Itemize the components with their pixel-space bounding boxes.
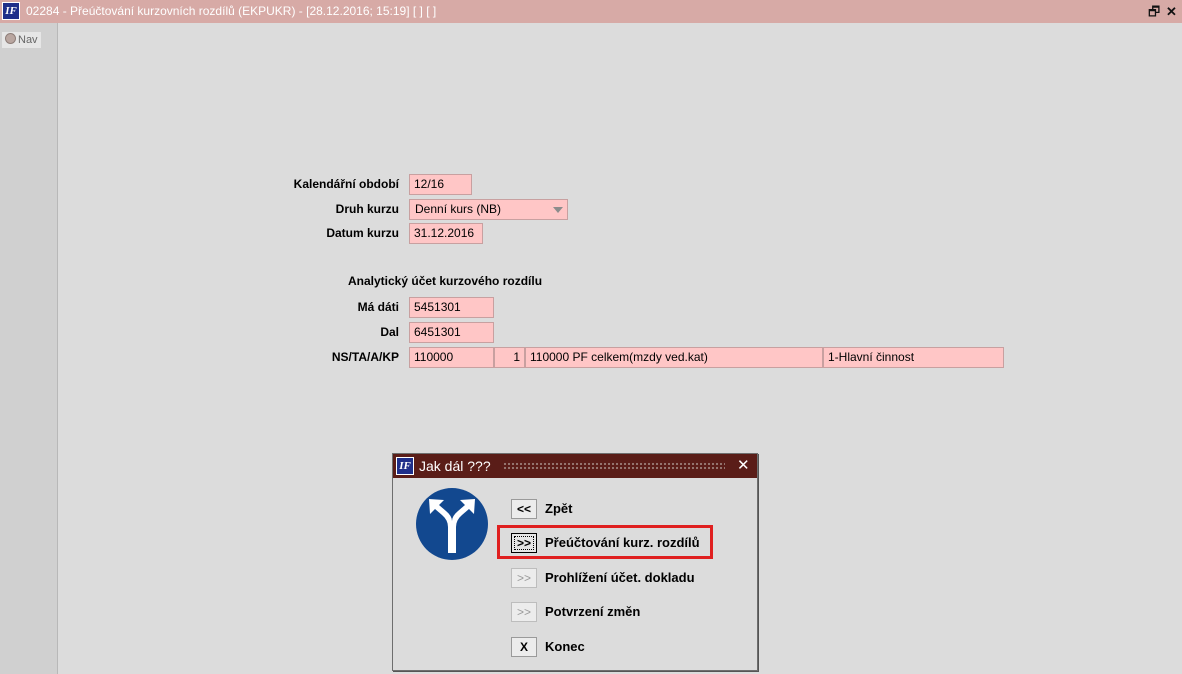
section-title: Analytický účet kurzového rozdílu [348,274,543,288]
exit-button[interactable]: X [511,637,537,657]
window-title: 02284 - Přeúčtování kurzovních rozdílů (… [26,4,437,18]
view-document-label[interactable]: Prohlížení účet. dokladu [545,568,695,588]
restore-icon[interactable]: 🗗 [1148,0,1160,23]
recalc-label[interactable]: Přeúčtování kurz. rozdílů [545,533,700,553]
left-pane: Nav [0,23,58,674]
dialog-close-icon[interactable]: ✕ [737,454,750,478]
dialog-logo: IF [396,457,414,475]
credit-field[interactable]: 6451301 [409,322,494,343]
rate-type-select[interactable]: Denní kurs (NB) [409,199,568,220]
rate-date-label: Datum kurzu [326,226,399,240]
credit-label: Dal [380,325,399,339]
close-icon[interactable]: ✕ [1166,0,1177,23]
nav-tab[interactable]: Nav [2,32,41,48]
dialog-drag-grip[interactable] [503,462,725,471]
rate-type-value: Denní kurs (NB) [415,202,502,216]
back-button[interactable]: << [511,499,537,519]
exit-label[interactable]: Konec [545,637,585,657]
dropdown-arrow-icon[interactable] [553,207,563,213]
split-arrow-sign-icon [416,488,488,560]
ta-field[interactable]: 1 [494,347,525,368]
view-document-button[interactable]: >> [511,568,537,588]
nav-tab-label: Nav [18,34,38,46]
nav-dot-icon [5,33,16,44]
ns-label: NS/TA/A/KP [331,350,399,364]
rate-date-field[interactable]: 31.12.2016 [409,223,483,244]
confirm-changes-label[interactable]: Potvrzení změn [545,602,640,622]
dialog-title: Jak dál ??? [419,458,491,474]
dialog-titlebar[interactable]: IF Jak dál ??? ✕ [393,454,757,478]
period-label: Kalendářní období [293,177,399,191]
rate-type-label: Druh kurzu [335,202,399,216]
debit-field[interactable]: 5451301 [409,297,494,318]
window-titlebar: IF 02284 - Přeúčtování kurzovních rozdíl… [0,0,1182,23]
app-logo: IF [2,2,20,20]
debit-label: Má dáti [357,300,399,314]
next-step-dialog: IF Jak dál ??? ✕ << Zpět >> Přeúčtování … [392,453,758,671]
recalc-button[interactable]: >> [511,533,537,553]
confirm-changes-button[interactable]: >> [511,602,537,622]
kp-field[interactable]: 1-Hlavní činnost [823,347,1004,368]
ns-field[interactable]: 110000 [409,347,494,368]
a-field[interactable]: 110000 PF celkem(mzdy ved.kat) [525,347,823,368]
back-label[interactable]: Zpět [545,499,572,519]
period-field[interactable]: 12/16 [409,174,472,195]
